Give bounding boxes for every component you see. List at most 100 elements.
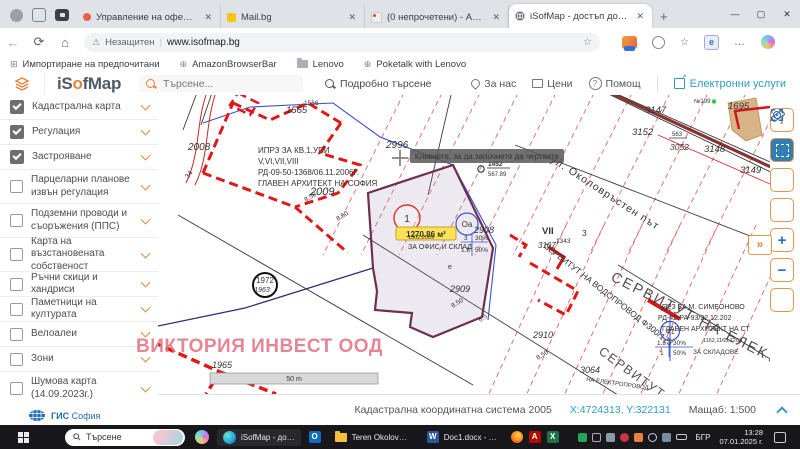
zoom-in-button[interactable]: + <box>770 228 794 252</box>
taskbar-word[interactable]: W Doc1.docx - … <box>421 429 503 445</box>
nav-about[interactable]: За нас <box>471 78 516 90</box>
acrobat-icon[interactable]: A <box>529 431 541 443</box>
layer-row-sketches[interactable]: Ръчни скици и хандриси <box>0 272 158 297</box>
close-tab-icon[interactable]: ✕ <box>346 12 358 23</box>
advanced-search-button[interactable]: Подробно търсене <box>325 78 431 90</box>
zoom-out-button[interactable]: − <box>770 258 794 282</box>
taskbar-folder[interactable]: Teren Okolov… <box>329 431 413 444</box>
new-tab-button[interactable]: + <box>652 9 678 28</box>
maximize-button[interactable]: ▢ <box>748 9 774 20</box>
bookmark-poketalk[interactable]: ⊕ Poketalk with Lenovo <box>364 59 466 70</box>
nav-help[interactable]: ?Помощ <box>589 77 641 90</box>
settings-menu-icon[interactable]: … <box>734 36 746 48</box>
tray-icon[interactable] <box>578 433 587 442</box>
layer-row-restored-property[interactable]: Карта на възстановената собственост <box>0 238 158 272</box>
taskbar-clock[interactable]: 13:28 07.01.2025 г. <box>719 428 763 447</box>
start-button[interactable] <box>18 432 29 443</box>
bookmark-import[interactable]: ⊞ Импортиране на предпочитани <box>10 59 160 70</box>
copilot-icon[interactable] <box>195 430 209 444</box>
panel-expand-button[interactable]: » <box>748 235 772 255</box>
checkbox-checked[interactable] <box>10 125 24 139</box>
copilot-icon[interactable] <box>761 35 775 49</box>
chevron-down-icon[interactable] <box>141 151 151 161</box>
full-extent-button[interactable] <box>770 198 794 222</box>
firefox-icon[interactable] <box>511 431 523 443</box>
address-input[interactable]: ⚠ Незащитен | www.isofmap.bg ☆ <box>84 33 600 52</box>
tray-icon[interactable] <box>606 433 615 442</box>
chevron-down-icon[interactable] <box>141 248 151 258</box>
workspaces-icon[interactable] <box>32 8 46 22</box>
back-icon[interactable]: ← <box>0 35 26 50</box>
extension-icon[interactable] <box>622 36 637 49</box>
notification-center-icon[interactable] <box>774 432 786 443</box>
chevron-down-icon[interactable] <box>141 303 151 313</box>
refresh-icon[interactable]: ⟳ <box>26 34 52 50</box>
language-indicator[interactable]: БГР <box>696 433 711 442</box>
layer-row-monuments[interactable]: Паметници на културата <box>0 297 158 322</box>
chevron-up-icon[interactable] <box>776 406 787 417</box>
favorite-star-icon[interactable]: ☆ <box>583 37 592 48</box>
chevron-down-icon[interactable] <box>141 101 151 111</box>
network-icon[interactable] <box>648 433 657 442</box>
chevron-down-icon[interactable] <box>141 180 151 190</box>
checkbox-unchecked[interactable] <box>10 382 23 395</box>
search-input[interactable] <box>161 77 275 91</box>
minimize-button[interactable]: — <box>722 9 748 19</box>
measure-tool-button[interactable] <box>770 168 794 192</box>
layer-row-bike-lanes[interactable]: Велоалеи <box>0 322 158 347</box>
checkbox-unchecked[interactable] <box>10 248 23 261</box>
tab-isofmap-active[interactable]: iSofMap - достъп до цифрови д… ✕ <box>509 4 652 28</box>
profile-avatar-icon[interactable] <box>10 9 23 22</box>
layer-row-cadastral[interactable]: Кадастрална карта <box>0 95 158 120</box>
weather-widget[interactable] <box>153 430 183 445</box>
excel-icon[interactable]: X <box>547 431 559 443</box>
layer-row-underground[interactable]: Подземни проводи и съоръжения (ППС) <box>0 204 158 238</box>
checkbox-unchecked[interactable] <box>10 278 23 291</box>
close-tab-icon[interactable]: ✕ <box>490 12 502 23</box>
geolocate-button[interactable] <box>770 288 794 312</box>
tab-actions-icon[interactable] <box>55 9 69 21</box>
nav-eservices[interactable]: Електронни услуги <box>674 78 786 90</box>
layer-row-noise-map[interactable]: Шумова карта (14.09.2023г.) <box>0 372 158 405</box>
checkbox-unchecked[interactable] <box>10 180 23 193</box>
chevron-down-icon[interactable] <box>141 278 151 288</box>
nav-prices[interactable]: Цени <box>532 78 572 90</box>
checkbox-unchecked[interactable] <box>10 303 23 316</box>
chevron-down-icon[interactable] <box>141 382 151 392</box>
browser-essentials-icon[interactable] <box>652 36 665 49</box>
bookmark-amazon[interactable]: ⊕ AmazonBrowserBar <box>180 59 277 70</box>
tab-abv-mail[interactable]: (0 непрочетени) - АБВ поща ✕ <box>365 6 509 28</box>
bluetooth-icon[interactable] <box>662 433 671 442</box>
checkbox-unchecked[interactable] <box>10 353 23 366</box>
isofmap-logo[interactable]: iSofMap <box>57 74 121 94</box>
checkbox-checked[interactable] <box>10 150 24 164</box>
checkbox-unchecked[interactable] <box>10 328 23 341</box>
chevron-down-icon[interactable] <box>141 214 151 224</box>
layer-row-parcel-plans[interactable]: Парцеларни планове извън регулация <box>0 170 158 204</box>
checkbox-unchecked[interactable] <box>10 214 23 227</box>
collections-icon[interactable]: ☆ <box>680 37 689 48</box>
checkbox-checked[interactable] <box>10 100 24 114</box>
chevron-down-icon[interactable] <box>141 126 151 136</box>
close-tab-icon[interactable]: ✕ <box>202 12 214 23</box>
layer-row-zones[interactable]: Зони <box>0 347 158 372</box>
tray-icon[interactable] <box>592 433 601 442</box>
outlook-icon[interactable]: O <box>309 431 321 443</box>
close-tab-icon[interactable]: ✕ <box>634 11 646 22</box>
tab-offers[interactable]: Управление на офертите - ✕ <box>77 6 221 28</box>
taskbar-edge-active[interactable]: iSofMap - до… <box>217 429 301 446</box>
taskbar-search[interactable]: Търсене <box>65 429 185 446</box>
home-icon[interactable]: ⌂ <box>52 35 78 50</box>
tab-mailbg[interactable]: Mail.bg ✕ <box>221 6 365 28</box>
close-button[interactable]: ✕ <box>774 9 800 20</box>
split-screen-icon[interactable]: e <box>704 35 719 50</box>
layers-menu-button[interactable] <box>0 72 45 95</box>
layer-row-regulation[interactable]: Регулация <box>0 120 158 145</box>
map-search-box[interactable] <box>139 75 303 92</box>
select-tool-button[interactable] <box>770 138 794 162</box>
bookmark-lenovo[interactable]: Lenovo <box>297 59 344 70</box>
tray-icon[interactable] <box>620 433 629 442</box>
battery-icon[interactable] <box>676 434 687 440</box>
layer-row-development[interactable]: Застрояване <box>0 145 158 170</box>
tray-icon[interactable] <box>634 433 643 442</box>
